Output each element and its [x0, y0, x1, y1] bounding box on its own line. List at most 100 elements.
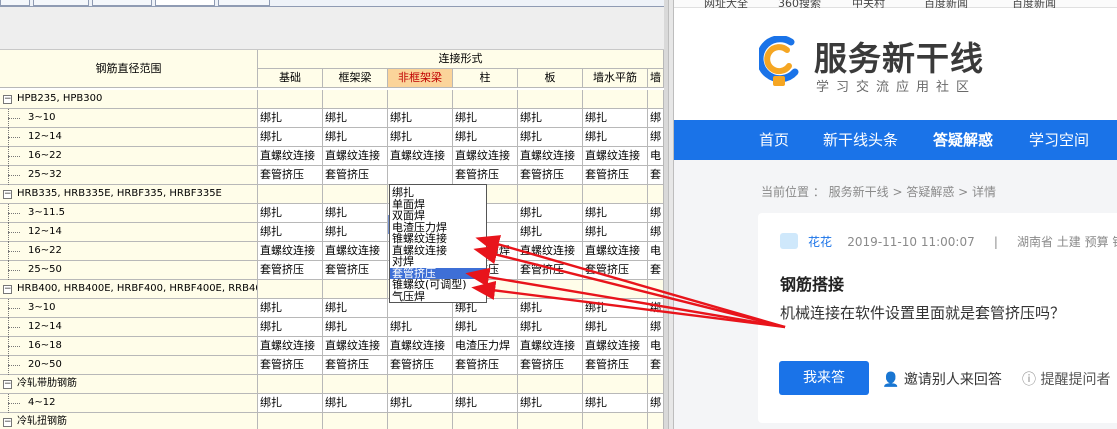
connection-cell[interactable]: 绑扎 [583, 109, 648, 128]
author-name[interactable]: 花花 [808, 235, 832, 249]
tab-1[interactable] [0, 0, 30, 6]
connection-cell[interactable]: 绑 [648, 109, 664, 128]
connection-cell[interactable]: 直螺纹连接 [518, 337, 583, 356]
connection-cell[interactable]: 直螺纹连接 [518, 242, 583, 261]
connection-cell[interactable]: 直螺纹连接 [583, 242, 648, 261]
dropdown-option[interactable]: 对焊 [390, 256, 486, 267]
collapse-icon[interactable]: − [3, 95, 12, 104]
connection-cell[interactable]: 直螺纹连接 [258, 147, 323, 166]
connection-cell[interactable]: 绑扎 [388, 394, 453, 413]
tab-3[interactable] [92, 0, 152, 6]
connection-cell[interactable]: 直螺纹连接 [388, 337, 453, 356]
connection-cell[interactable]: 直螺纹连接 [453, 147, 518, 166]
connection-cell[interactable]: 套管挤压 [258, 356, 323, 375]
connection-cell[interactable]: 套管挤压 [258, 261, 323, 280]
connection-cell[interactable]: 绑扎 [258, 394, 323, 413]
connection-cell[interactable]: 套管挤压 [583, 166, 648, 185]
connection-cell[interactable]: 绑扎 [583, 204, 648, 223]
connection-cell[interactable]: 绑扎 [518, 109, 583, 128]
connection-cell[interactable]: 直螺纹连接 [323, 242, 388, 261]
connection-cell[interactable]: 绑扎 [583, 394, 648, 413]
connection-cell[interactable]: 套 [648, 356, 664, 375]
connection-cell[interactable]: 绑扎 [323, 128, 388, 147]
connection-cell[interactable]: 直螺纹连接 [258, 242, 323, 261]
nav-home[interactable]: 首页 [759, 120, 789, 160]
connection-cell[interactable]: 绑扎 [323, 318, 388, 337]
nav-headlines[interactable]: 新干线头条 [823, 120, 898, 160]
connection-cell[interactable]: 绑扎 [453, 109, 518, 128]
connection-cell[interactable]: 绑扎 [258, 204, 323, 223]
dropdown-option[interactable]: 单面焊 [390, 199, 486, 210]
connection-cell[interactable]: 套管挤压 [258, 166, 323, 185]
connection-cell[interactable]: 套 [648, 261, 664, 280]
collapse-icon[interactable]: − [3, 418, 12, 427]
connection-cell[interactable]: 绑扎 [518, 223, 583, 242]
connection-cell[interactable]: 绑扎 [583, 128, 648, 147]
connection-cell[interactable]: 绑 [648, 299, 664, 318]
connection-cell[interactable]: 套管挤压 [518, 356, 583, 375]
connection-cell[interactable]: 绑扎 [518, 394, 583, 413]
connection-cell[interactable]: 绑扎 [583, 318, 648, 337]
connection-cell[interactable]: 电 [648, 337, 664, 356]
dropdown-option[interactable]: 气压焊 [390, 291, 486, 302]
tab-4-active[interactable] [155, 0, 215, 6]
collapse-icon[interactable]: − [3, 380, 12, 389]
tab-2[interactable] [33, 0, 89, 6]
connection-cell[interactable]: 绑扎 [258, 299, 323, 318]
connection-cell[interactable]: 绑扎 [453, 394, 518, 413]
invite-button[interactable]: 👤 邀请别人来回答 [882, 369, 1002, 389]
connection-cell[interactable]: 绑扎 [323, 204, 388, 223]
connection-cell[interactable]: 绑 [648, 128, 664, 147]
connection-cell[interactable]: 套管挤压 [583, 356, 648, 375]
dropdown-option[interactable]: 锥螺纹(可调型) [390, 279, 486, 290]
dropdown-option[interactable]: 双面焊 [390, 210, 486, 221]
connection-cell[interactable]: 直螺纹连接 [258, 337, 323, 356]
connection-cell[interactable]: 直螺纹连接 [323, 337, 388, 356]
connection-cell[interactable]: 绑 [648, 223, 664, 242]
connection-cell[interactable]: 绑扎 [388, 318, 453, 337]
connection-cell[interactable]: 套管挤压 [453, 356, 518, 375]
connection-cell[interactable]: 绑扎 [323, 299, 388, 318]
connection-cell[interactable]: 直螺纹连接 [323, 147, 388, 166]
connection-cell[interactable]: 套管挤压 [323, 261, 388, 280]
avatar[interactable] [780, 233, 798, 249]
connection-cell[interactable]: 绑扎 [323, 394, 388, 413]
connection-cell[interactable]: 套管挤压 [453, 166, 518, 185]
dropdown-option[interactable]: 套管挤压 [390, 267, 486, 279]
connection-cell[interactable]: 绑 [648, 204, 664, 223]
connection-cell[interactable]: 绑扎 [518, 299, 583, 318]
connection-cell[interactable]: 直螺纹连接 [583, 337, 648, 356]
connection-cell[interactable]: 绑扎 [453, 128, 518, 147]
connection-cell[interactable] [388, 166, 453, 185]
connection-type-dropdown[interactable]: 绑扎 单面焊 双面焊 电渣压力焊 锥螺纹连接 直螺纹连接 对焊 套管挤压 锥螺纹(可调型) 气压焊 [389, 184, 487, 303]
connection-cell[interactable]: 绑扎 [258, 318, 323, 337]
nav-qa[interactable]: 答疑解惑 [933, 120, 993, 160]
connection-cell[interactable]: 绑扎 [258, 223, 323, 242]
dropdown-option[interactable]: 绑扎 [390, 187, 486, 198]
connection-cell[interactable]: 绑扎 [388, 109, 453, 128]
connection-cell[interactable]: 绑扎 [518, 204, 583, 223]
connection-cell[interactable]: 电 [648, 147, 664, 166]
connection-cell[interactable]: 电 [648, 242, 664, 261]
connection-cell[interactable]: 绑 [648, 394, 664, 413]
connection-cell[interactable]: 绑扎 [583, 299, 648, 318]
connection-cell[interactable]: 直螺纹连接 [518, 147, 583, 166]
collapse-icon[interactable]: − [3, 285, 12, 294]
connection-cell[interactable]: 套管挤压 [388, 356, 453, 375]
connection-cell[interactable]: 套管挤压 [583, 261, 648, 280]
connection-cell[interactable]: 电渣压力焊 [453, 337, 518, 356]
connection-cell[interactable]: 套管挤压 [323, 356, 388, 375]
nav-learning[interactable]: 学习空间 [1029, 120, 1089, 160]
connection-cell[interactable]: 绑扎 [388, 128, 453, 147]
connection-cell[interactable]: 套管挤压 [518, 261, 583, 280]
answer-button[interactable]: 我来答 [779, 361, 869, 395]
collapse-icon[interactable]: − [3, 190, 12, 199]
connection-cell[interactable]: 套管挤压 [518, 166, 583, 185]
connection-cell[interactable]: 绑 [648, 318, 664, 337]
connection-cell[interactable]: 直螺纹连接 [583, 147, 648, 166]
connection-cell[interactable]: 绑扎 [518, 318, 583, 337]
dropdown-option[interactable]: 电渣压力焊 [390, 222, 486, 233]
connection-cell[interactable]: 绑扎 [453, 318, 518, 337]
connection-cell[interactable]: 套管挤压 [323, 166, 388, 185]
connection-cell[interactable]: 绑扎 [583, 223, 648, 242]
